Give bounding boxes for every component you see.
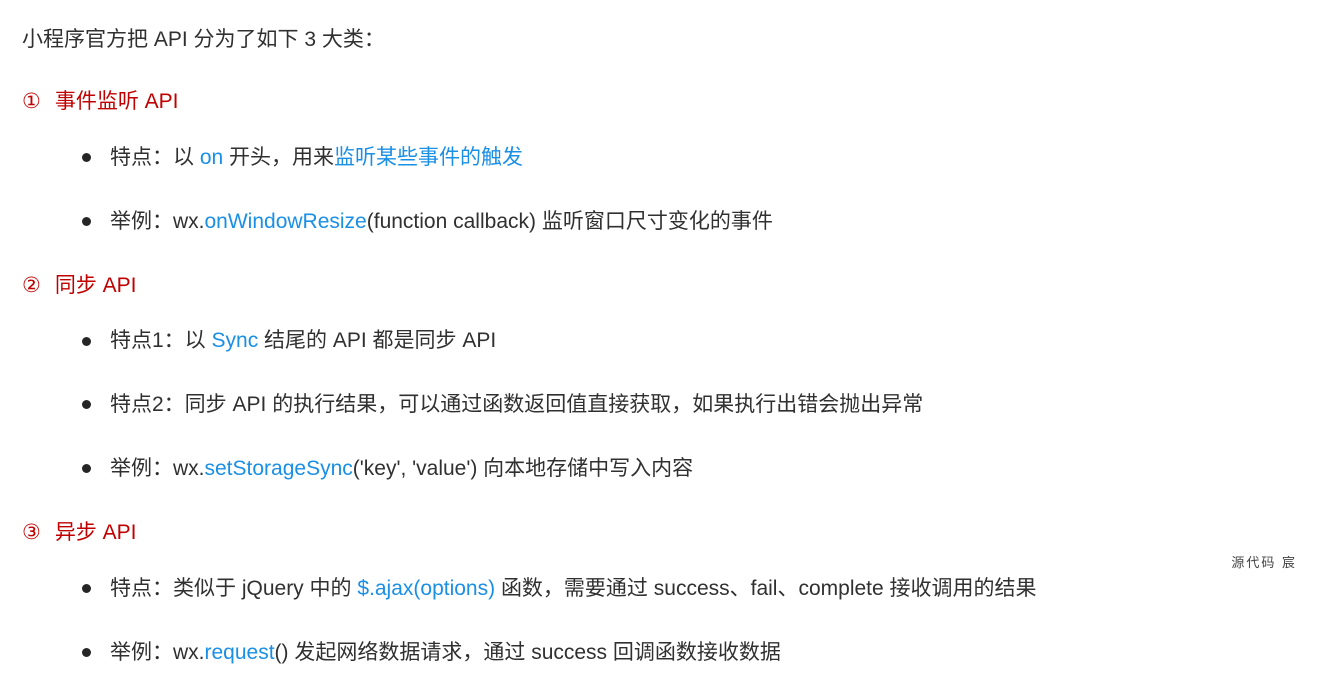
section-number: ③ (22, 513, 41, 553)
text: 开头，用来 (223, 146, 334, 169)
section-1: ①事件监听 API特点：以 on 开头，用来监听某些事件的触发举例：wx.onW… (22, 82, 1315, 242)
section-number: ② (22, 266, 41, 306)
text: 举例：wx. (110, 641, 205, 664)
highlight-text: $.ajax(options) (357, 577, 501, 600)
text: ('key', 'value') 向本地存储中写入内容 (353, 457, 693, 480)
list-item: 举例：wx.setStorageSync('key', 'value') 向本地… (110, 449, 1315, 489)
text: 特点：类似于 jQuery 中的 (110, 577, 357, 600)
highlight-text: Sync (212, 329, 259, 352)
list-item: 特点1：以 Sync 结尾的 API 都是同步 API (110, 321, 1315, 361)
list-item: 举例：wx.request() 发起网络数据请求，通过 success 回调函数… (110, 633, 1315, 673)
text: () 发起网络数据请求，通过 success 回调函数接收数据 (275, 641, 781, 664)
text: 特点1：以 (110, 329, 212, 352)
section-heading: ① 事件监听 API (22, 82, 1315, 122)
section-heading: ② 同步 API (22, 266, 1315, 306)
highlight-text: onWindowResize (205, 210, 367, 233)
highlight-text: request (205, 641, 275, 664)
text: 结尾的 API 都是同步 API (258, 329, 496, 352)
section-title: 异步 API (55, 521, 137, 544)
highlight-text: setStorageSync (205, 457, 353, 480)
list-item: 特点：类似于 jQuery 中的 $.ajax(options) 函数，需要通过… (110, 569, 1315, 609)
watermark: 源代码 宸 (1231, 551, 1297, 576)
section-2: ② 同步 API 特点1：以 Sync 结尾的 API 都是同步 API 特点2：同步… (22, 266, 1315, 490)
bullet-list: 特点1：以 Sync 结尾的 API 都是同步 API 特点2：同步 API 的执… (22, 321, 1315, 489)
bullet-list: 特点：以 on 开头，用来监听某些事件的触发举例：wx.onWindowResi… (22, 138, 1315, 242)
intro-text: 小程序官方把 API 分为了如下 3 大类： (22, 20, 1315, 60)
section-heading: ③ 异步 API (22, 513, 1315, 553)
text: 特点2：同步 API 的执行结果，可以通过函数返回值直接获取，如果执行出错会抛出… (110, 393, 923, 416)
highlight-text: 监听某些事件的触发 (334, 146, 523, 169)
section-number: ① (22, 82, 41, 122)
section-title: 同步 API (55, 274, 137, 297)
section-title: 事件监听 API (55, 90, 179, 113)
sections-container: ①事件监听 API特点：以 on 开头，用来监听某些事件的触发举例：wx.onW… (22, 82, 1315, 673)
section-3: ③ 异步 API 特点：类似于 jQuery 中的 $.ajax(options) … (22, 513, 1315, 673)
highlight-text: on (200, 146, 223, 169)
list-item: 特点：以 on 开头，用来监听某些事件的触发 (110, 138, 1315, 178)
text: 特点：以 (110, 146, 200, 169)
text: (function callback) 监听窗口尺寸变化的事件 (367, 210, 773, 233)
list-item: 特点2：同步 API 的执行结果，可以通过函数返回值直接获取，如果执行出错会抛出… (110, 385, 1315, 425)
text: 举例：wx. (110, 210, 205, 233)
text: 举例：wx. (110, 457, 205, 480)
bullet-list: 特点：类似于 jQuery 中的 $.ajax(options) 函数，需要通过… (22, 569, 1315, 673)
text: 函数，需要通过 success、fail、complete 接收调用的结果 (501, 577, 1037, 600)
list-item: 举例：wx.onWindowResize(function callback) … (110, 202, 1315, 242)
